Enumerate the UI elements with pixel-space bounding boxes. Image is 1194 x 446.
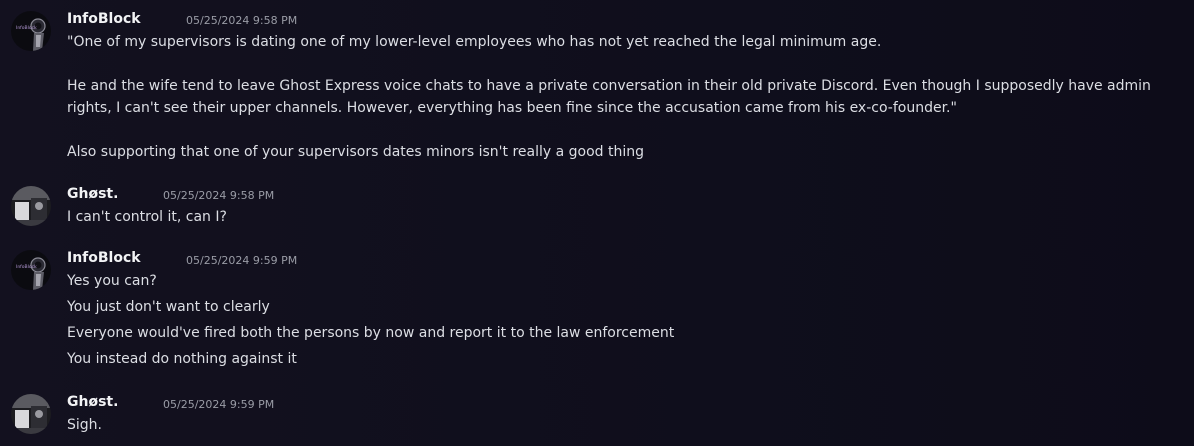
message-author[interactable]: InfoBlock [67,11,141,27]
message-author[interactable]: Ghøst. [67,394,118,410]
svg-text:InfoBlock: InfoBlock [16,264,37,270]
avatar-infoblock[interactable]: InfoBlock [11,11,51,51]
message-timestamp: 05/25/2024 9:58 PM [163,189,275,202]
message-text: Yes you can? [67,273,157,289]
svg-text:InfoBlock: InfoBlock [16,25,37,31]
message-text: You just don't want to clearly [67,299,270,315]
message-text: You instead do nothing against it [67,351,297,367]
avatar-ghost[interactable] [11,186,51,226]
message-text: "One of my supervisors is dating one of … [67,34,882,50]
message-text: Everyone would've fired both the persons… [67,325,675,341]
message-author[interactable]: Ghøst. [67,186,118,202]
avatar-infoblock[interactable]: InfoBlock [11,250,51,290]
message-text: I can't control it, can I? [67,209,227,225]
message-text: Sigh. [67,417,102,433]
message-timestamp: 05/25/2024 9:58 PM [186,14,298,27]
message-text: He and the wife tend to leave Ghost Expr… [67,78,1151,116]
message-author[interactable]: InfoBlock [67,250,141,266]
avatar-ghost[interactable] [11,394,51,434]
message-timestamp: 05/25/2024 9:59 PM [186,254,298,267]
message-timestamp: 05/25/2024 9:59 PM [163,398,275,411]
message-text: Also supporting that one of your supervi… [67,144,645,160]
